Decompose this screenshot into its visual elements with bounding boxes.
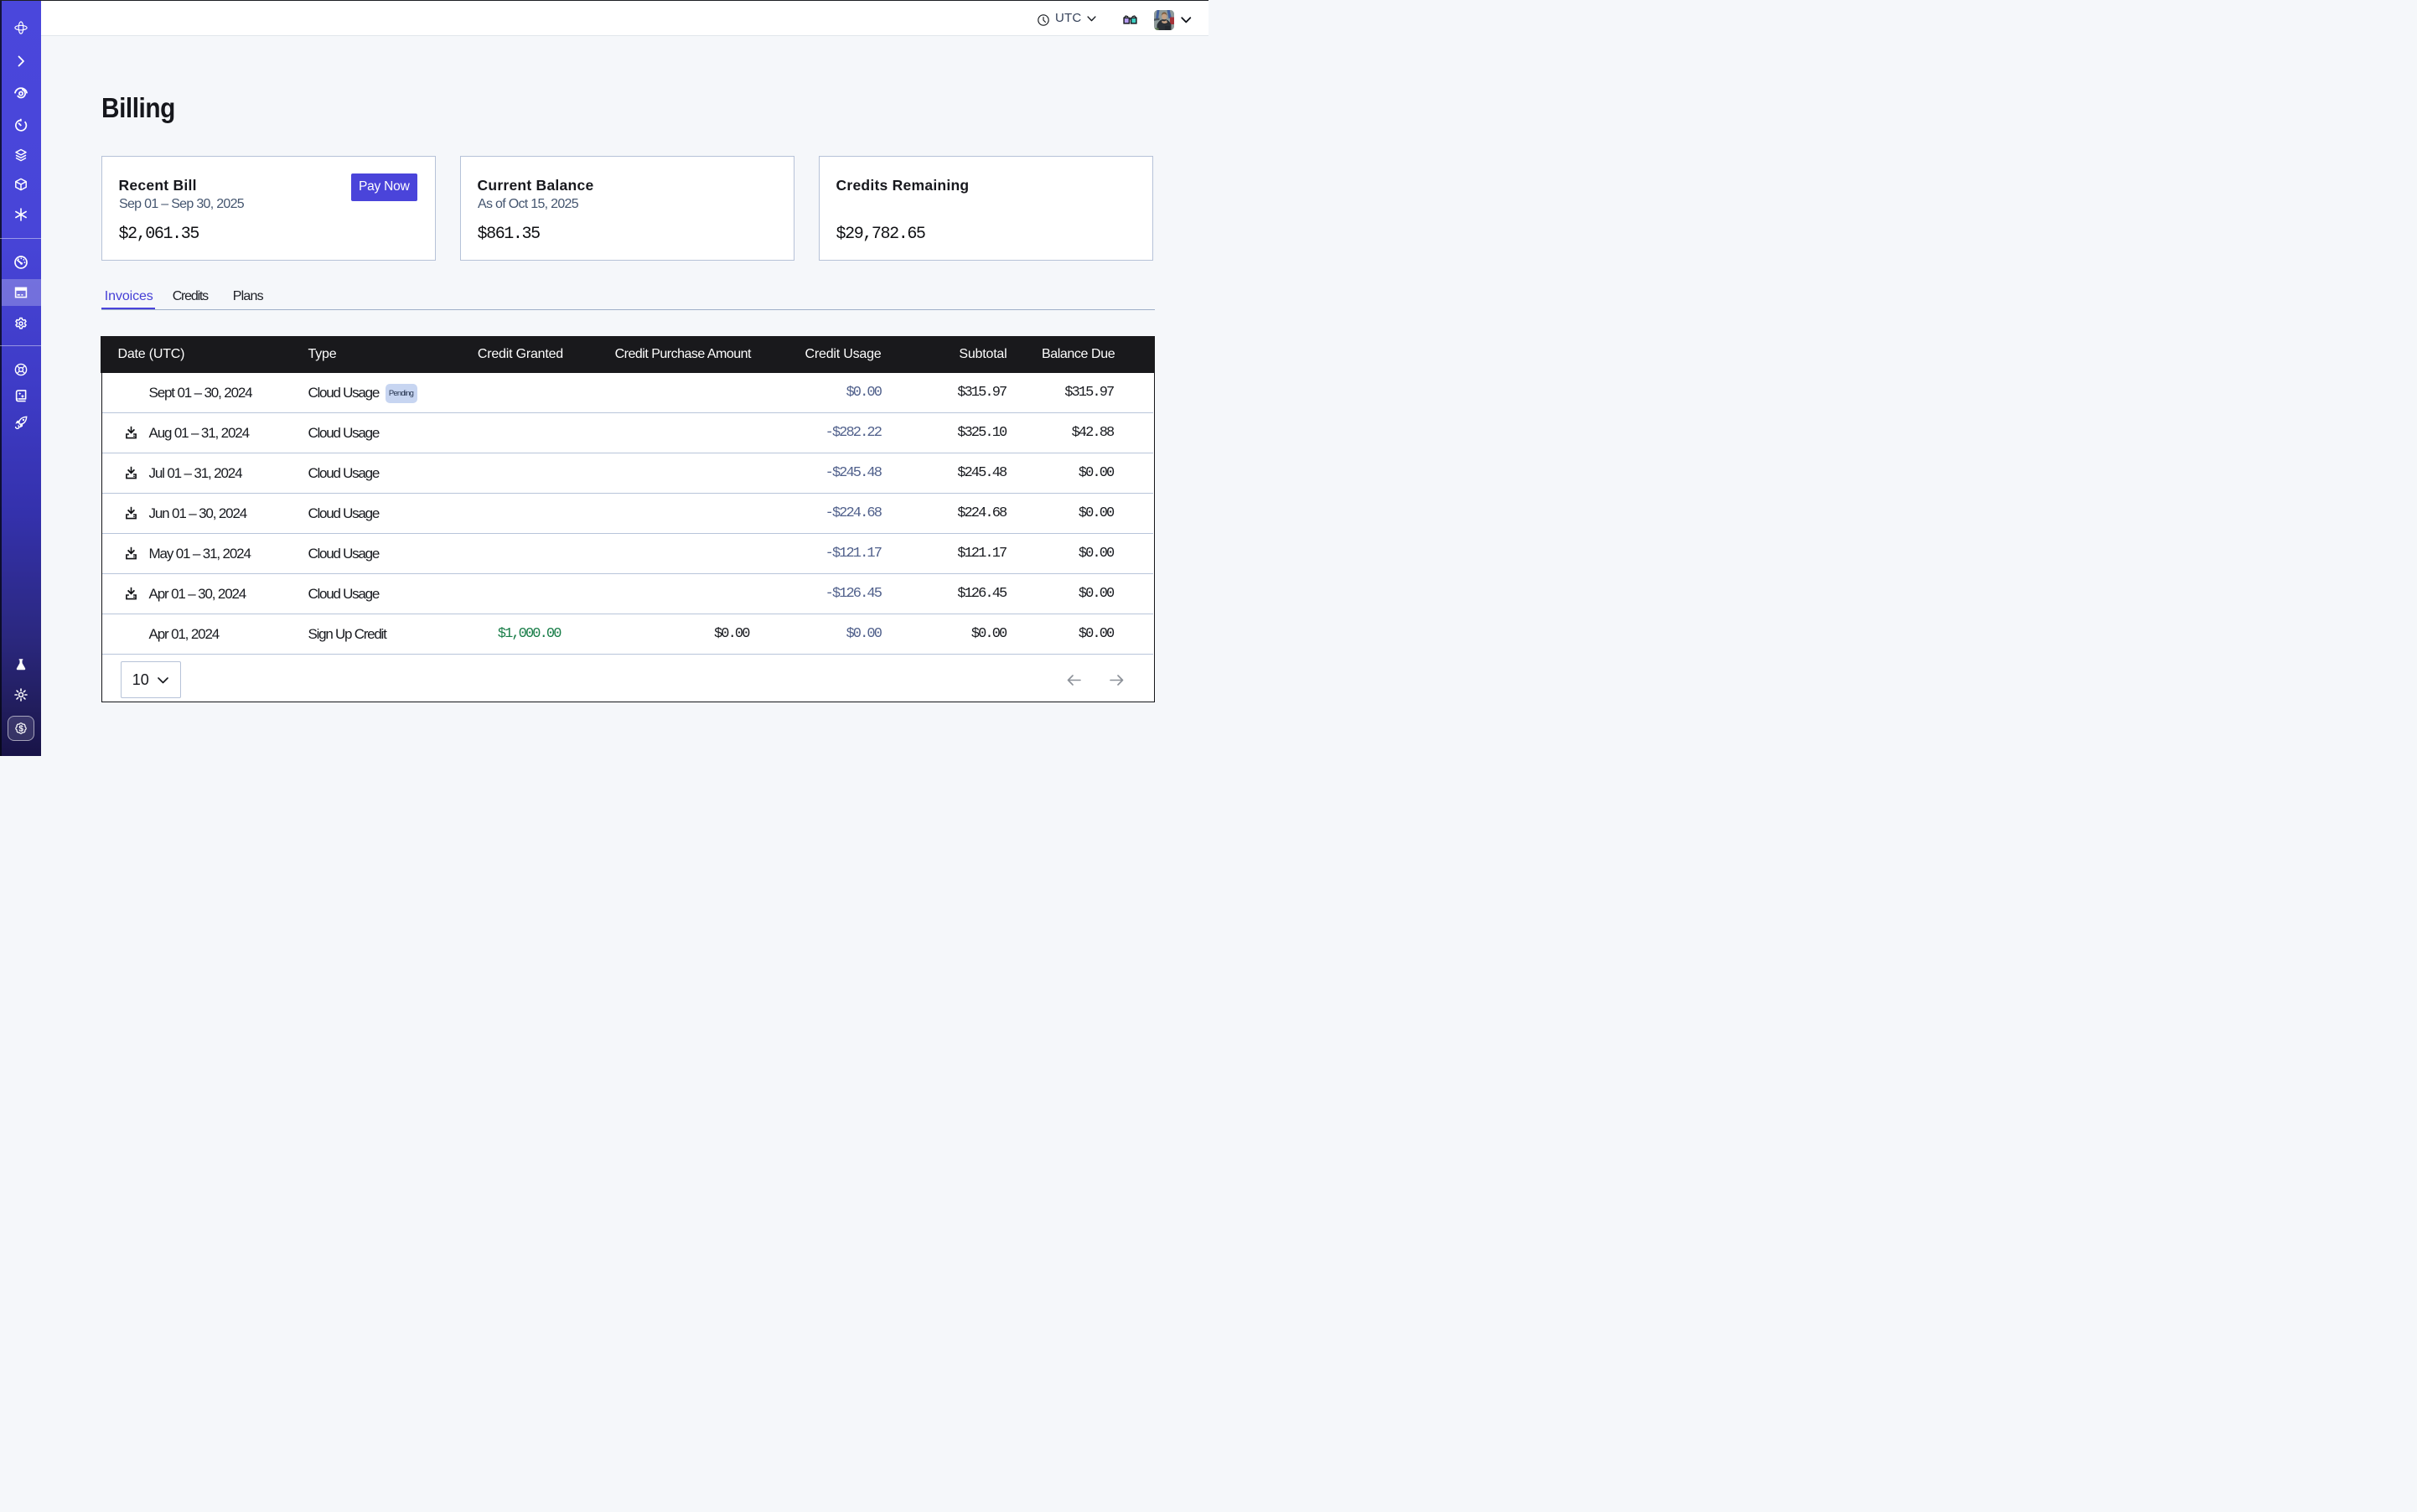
- svg-text:$: $: [18, 724, 23, 733]
